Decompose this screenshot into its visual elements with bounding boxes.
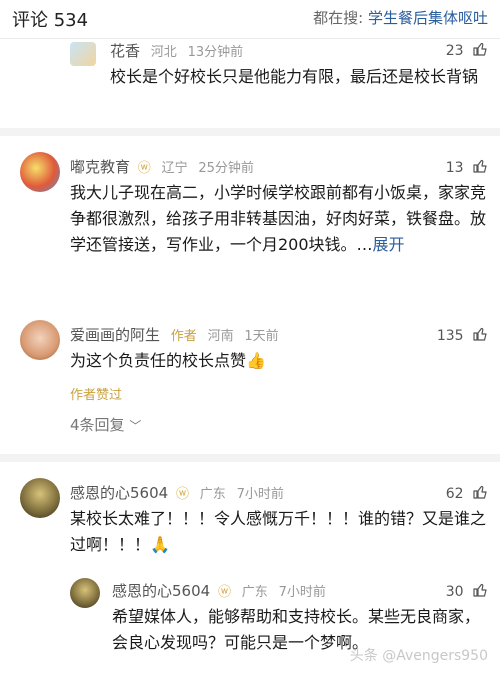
section-divider bbox=[0, 454, 500, 462]
username[interactable]: 感恩的心5604 bbox=[70, 484, 168, 502]
location: 河北 bbox=[150, 45, 177, 60]
location: 河南 bbox=[207, 329, 234, 344]
avatar[interactable] bbox=[70, 42, 96, 66]
expand-link[interactable]: 展开 bbox=[373, 235, 405, 254]
timestamp: 7小时前 bbox=[278, 585, 326, 600]
like-count: 23 bbox=[445, 43, 464, 59]
thumb-up-icon bbox=[473, 583, 487, 597]
avatar[interactable] bbox=[20, 478, 60, 518]
thumb-up-icon bbox=[473, 42, 487, 56]
avatar[interactable] bbox=[70, 578, 100, 608]
location: 辽宁 bbox=[161, 161, 188, 176]
comment-text: 我大儿子现在高二，小学时候学校跟前都有小饭桌，家家竞争都很激烈，给孩子用非转基因… bbox=[70, 180, 490, 258]
avatar[interactable] bbox=[20, 152, 60, 192]
timestamp: 13分钟前 bbox=[187, 45, 244, 60]
view-replies-button[interactable]: 4条回复 ﹀ bbox=[70, 414, 141, 435]
comments-header: 评论 534 都在搜: 学生餐后集体呕吐 bbox=[0, 0, 500, 39]
vip-badge-icon: ⓦ bbox=[137, 161, 151, 176]
trending-search[interactable]: 都在搜: 学生餐后集体呕吐 bbox=[313, 7, 488, 28]
like-count: 30 bbox=[445, 584, 464, 600]
comment-text: 校长是个好校长只是他能力有限，最后还是校长背锅 bbox=[110, 67, 479, 86]
thumb-up-icon bbox=[473, 327, 487, 341]
like-button[interactable]: 30 bbox=[446, 582, 488, 600]
author-badge: 作者 bbox=[170, 329, 197, 344]
like-button[interactable]: 62 bbox=[446, 484, 488, 502]
comment-text: 为这个负责任的校长点赞👍 bbox=[70, 351, 266, 370]
location: 广东 bbox=[241, 585, 268, 600]
timestamp: 25分钟前 bbox=[198, 161, 254, 176]
thumb-up-icon bbox=[473, 485, 487, 499]
like-button[interactable]: 135 bbox=[437, 326, 488, 344]
like-button[interactable]: 23 bbox=[446, 41, 488, 59]
like-count: 135 bbox=[436, 328, 464, 344]
timestamp: 1天前 bbox=[244, 329, 279, 344]
like-button[interactable]: 13 bbox=[446, 158, 488, 176]
username[interactable]: 爱画画的阿生 bbox=[70, 326, 160, 344]
username[interactable]: 感恩的心5604 bbox=[112, 582, 210, 600]
comment-text: 某校长太难了！！！令人感慨万千！！！谁的错？又是谁之过啊！！！🙏 bbox=[70, 509, 487, 554]
avatar[interactable] bbox=[20, 320, 60, 360]
vip-badge-icon: ⓦ bbox=[217, 585, 231, 600]
author-liked-tag: 作者赞过 bbox=[70, 388, 123, 403]
location: 广东 bbox=[199, 487, 226, 502]
section-divider bbox=[0, 128, 500, 136]
trending-search-keyword[interactable]: 学生餐后集体呕吐 bbox=[368, 9, 488, 27]
timestamp: 7小时前 bbox=[236, 487, 284, 502]
thumb-up-icon bbox=[473, 159, 487, 173]
trending-search-label: 都在搜: bbox=[313, 9, 364, 27]
like-count: 62 bbox=[445, 486, 464, 502]
comment-body: 我大儿子现在高二，小学时候学校跟前都有小饭桌，家家竞争都很激烈，给孩子用非转基因… bbox=[70, 183, 487, 254]
chevron-down-icon: ﹀ bbox=[129, 419, 142, 433]
watermark: 头条 @Avengers950 bbox=[349, 648, 488, 664]
vip-badge-icon: ⓦ bbox=[175, 487, 189, 502]
username[interactable]: 花香 bbox=[110, 42, 140, 60]
replies-count: 4条回复 bbox=[70, 416, 125, 434]
username[interactable]: 嘟克教育 bbox=[70, 158, 130, 176]
like-count: 13 bbox=[445, 160, 464, 176]
comments-count-title: 评论 534 bbox=[12, 10, 89, 31]
